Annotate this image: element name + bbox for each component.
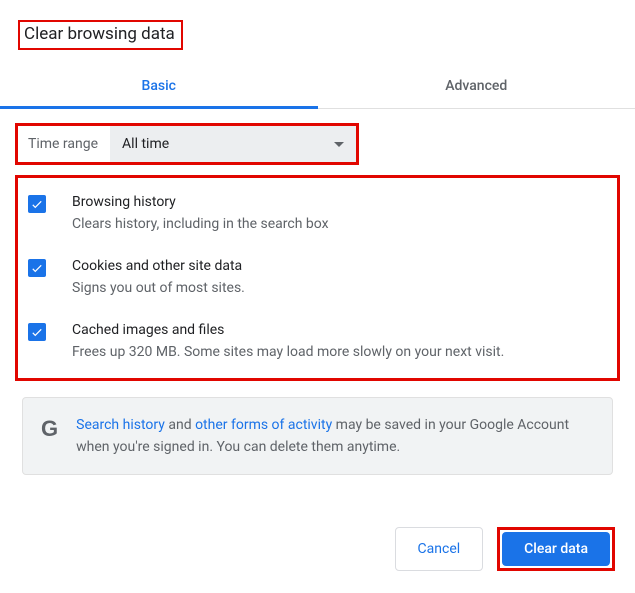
time-range-label: Time range	[18, 126, 110, 162]
search-history-link[interactable]: Search history	[76, 417, 165, 433]
time-range-highlight: Time range All time	[15, 123, 359, 165]
check-icon	[30, 197, 44, 211]
option-text: Cached images and files Frees up 320 MB.…	[72, 320, 504, 362]
info-t1: and	[165, 417, 195, 433]
option-text: Cookies and other site data Signs you ou…	[72, 256, 245, 298]
option-text: Browsing history Clears history, includi…	[72, 192, 329, 234]
option-desc: Clears history, including in the search …	[72, 214, 329, 234]
checkbox-cookies[interactable]	[28, 259, 46, 277]
clear-data-button[interactable]: Clear data	[502, 532, 610, 566]
dialog-buttons: Cancel Clear data	[395, 527, 615, 571]
check-icon	[30, 325, 44, 339]
dropdown-icon	[334, 142, 344, 147]
time-range-select[interactable]: All time	[110, 126, 356, 162]
dialog-title: Clear browsing data	[24, 24, 175, 44]
option-title: Cached images and files	[72, 320, 504, 340]
other-activity-link[interactable]: other forms of activity	[195, 417, 332, 433]
dialog-title-highlight: Clear browsing data	[18, 20, 183, 50]
tab-basic[interactable]: Basic	[0, 68, 318, 109]
check-icon	[30, 261, 44, 275]
clear-button-highlight: Clear data	[497, 527, 615, 571]
google-account-info: G Search history and other forms of acti…	[22, 397, 613, 475]
option-title: Cookies and other site data	[72, 256, 245, 276]
google-icon: G	[41, 416, 58, 442]
option-cookies: Cookies and other site data Signs you ou…	[28, 256, 607, 298]
tab-bar: Basic Advanced	[0, 68, 635, 109]
time-range-value: All time	[122, 136, 169, 152]
option-desc: Signs you out of most sites.	[72, 278, 245, 298]
checkbox-cache[interactable]	[28, 323, 46, 341]
option-title: Browsing history	[72, 192, 329, 212]
clear-browsing-data-dialog: Clear browsing data Basic Advanced Time …	[0, 0, 635, 593]
checkbox-browsing-history[interactable]	[28, 195, 46, 213]
option-browsing-history: Browsing history Clears history, includi…	[28, 192, 607, 234]
options-highlight: Browsing history Clears history, includi…	[15, 175, 620, 381]
tab-advanced[interactable]: Advanced	[318, 68, 635, 108]
info-text: Search history and other forms of activi…	[76, 414, 594, 458]
option-cache: Cached images and files Frees up 320 MB.…	[28, 320, 607, 362]
cancel-button[interactable]: Cancel	[395, 527, 484, 571]
option-desc: Frees up 320 MB. Some sites may load mor…	[72, 342, 504, 362]
